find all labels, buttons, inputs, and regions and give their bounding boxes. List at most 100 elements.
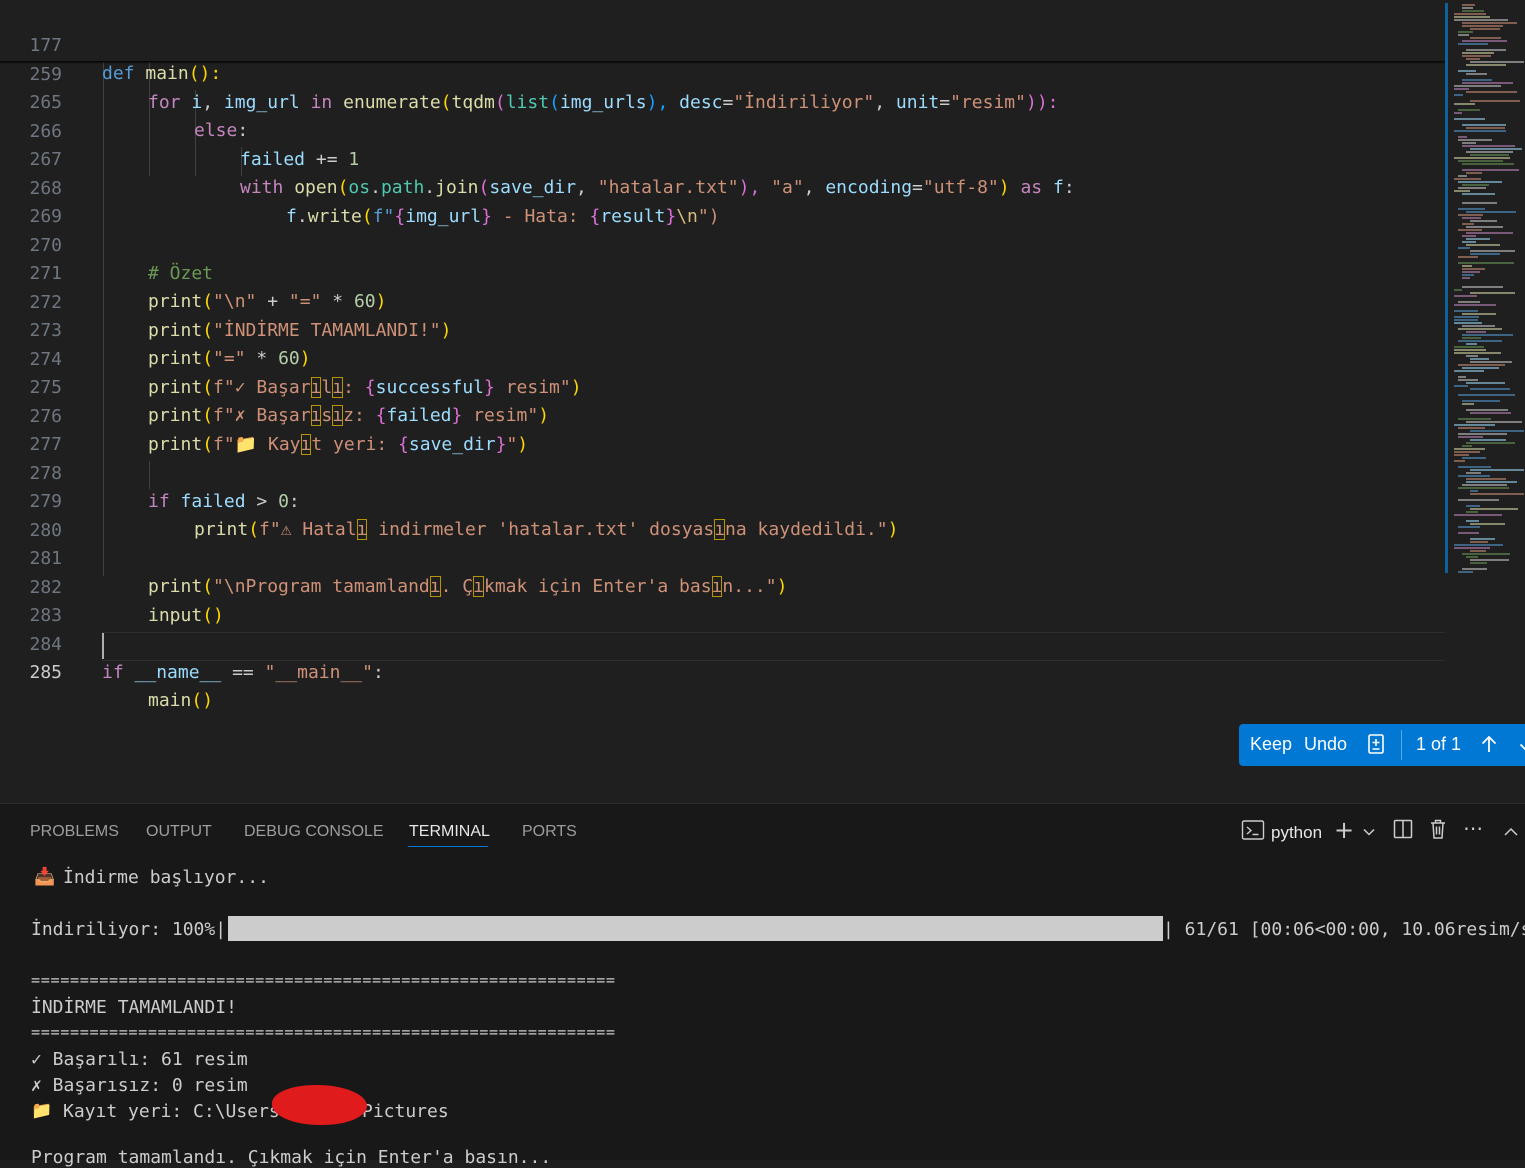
minimap-line <box>1454 130 1506 132</box>
minimap-line <box>1466 64 1506 66</box>
minimap-line <box>1462 235 1476 237</box>
arrow-down-icon[interactable] <box>1517 733 1525 760</box>
code-line[interactable]: 281 print("\nProgram tamamlandı. Çıkmak … <box>0 517 1445 597</box>
minimap-line <box>1462 403 1474 405</box>
inbox-icon: 📥 <box>34 867 56 887</box>
minimap-line <box>1454 448 1485 450</box>
minimap-line <box>1466 238 1490 240</box>
minimap-line <box>1458 247 1470 249</box>
code-line[interactable]: 259 for i, img_url in enumerate(tqdm(lis… <box>0 33 1445 113</box>
minimap-line <box>1458 364 1505 366</box>
minimap-line <box>1466 481 1517 483</box>
minimap-line <box>1470 148 1522 150</box>
progress-bar-fill <box>228 916 1163 941</box>
minimap-line <box>1470 361 1512 363</box>
minimap-line <box>1466 172 1482 174</box>
code-line[interactable]: 277 <box>0 403 1445 455</box>
minimap-line <box>1462 271 1480 273</box>
redaction-mark <box>272 1085 367 1125</box>
code-line[interactable]: 177 def main(): <box>0 4 1445 84</box>
minimap-line <box>1462 22 1517 24</box>
code-line[interactable]: 273 print("=" * 60) <box>0 289 1445 369</box>
minimap-line <box>1458 427 1485 429</box>
minimap-line <box>1462 79 1492 81</box>
minimap-line <box>1462 40 1507 42</box>
inline-diff-toolbar: Keep Undo 1 of 1 <box>1239 724 1525 766</box>
minimap[interactable] <box>1448 0 1525 575</box>
minimap-line <box>1470 493 1524 495</box>
minimap-line <box>1462 217 1481 219</box>
minimap-line <box>1462 274 1474 276</box>
minimap-line <box>1466 382 1505 384</box>
minimap-line <box>1466 343 1477 345</box>
code-line[interactable]: 268 f.write(f"{img_url} - Hata: {result}… <box>0 147 1445 227</box>
code-line[interactable]: 272 print("İNDİRME TAMAMLANDI!") <box>0 261 1445 341</box>
code-line[interactable]: 270 # Özet <box>0 204 1445 284</box>
minimap-line <box>1454 514 1502 516</box>
minimap-line <box>1470 430 1524 432</box>
minimap-line <box>1454 370 1484 372</box>
minimap-line <box>1462 313 1496 315</box>
terminal-start-line: İndirme başlıyor... <box>63 867 269 888</box>
minimap-line <box>1454 118 1485 120</box>
minimap-line <box>1458 433 1507 435</box>
minimap-line <box>1466 151 1513 153</box>
code-line[interactable]: 279 print(f"⚠ Hatalı indirmeler 'hatalar… <box>0 460 1445 540</box>
code-line[interactable]: 274 print(f"✓ Başarılı: {successful} res… <box>0 318 1445 398</box>
progress-bar <box>228 916 1163 941</box>
code-line[interactable]: 283 <box>0 574 1445 626</box>
minimap-line <box>1466 442 1515 444</box>
minimap-line <box>1466 127 1505 129</box>
code-line[interactable]: 265 else: <box>0 61 1445 141</box>
minimap-line <box>1466 478 1506 480</box>
minimap-line <box>1462 367 1499 369</box>
code-line[interactable]: 284 if __name__ == "__main__": <box>0 603 1445 683</box>
code-line[interactable]: 285 main() <box>0 631 1445 711</box>
minimap-line <box>1466 520 1479 522</box>
minimap-line <box>1454 190 1470 192</box>
minimap-line <box>1458 256 1478 258</box>
minimap-line <box>1470 358 1489 360</box>
minimap-line <box>1458 328 1502 330</box>
keep-button[interactable]: Keep <box>1250 734 1292 755</box>
code-line[interactable]: 275 print(f"✗ Başarısız: {failed} resim"… <box>0 346 1445 426</box>
minimap-line <box>1470 523 1505 525</box>
minimap-line <box>1466 244 1500 246</box>
code-line[interactable]: 269 <box>0 175 1445 227</box>
minimap-line <box>1470 220 1497 222</box>
code-line[interactable]: 271 print("\n" + "=" * 60) <box>0 232 1445 312</box>
code-editor[interactable]: 177 def main(): 259 for i, img_url in en… <box>0 0 1525 803</box>
minimap-line <box>1470 37 1501 39</box>
save-path-prefix: Kayıt yeri: C:\Users\ <box>63 1101 291 1122</box>
code-line[interactable]: 280 <box>0 489 1445 541</box>
undo-button[interactable]: Undo <box>1304 734 1347 755</box>
minimap-line <box>1470 100 1520 102</box>
code-line[interactable]: 278 if failed > 0: <box>0 432 1445 512</box>
minimap-line <box>1454 460 1465 462</box>
diff-file-icon[interactable] <box>1366 733 1386 760</box>
minimap-line <box>1454 94 1463 96</box>
minimap-line <box>1458 136 1467 138</box>
separator-line: ========================================… <box>31 971 616 989</box>
minimap-line <box>1462 241 1476 243</box>
code-line[interactable]: 266 failed += 1 <box>0 90 1445 170</box>
minimap-line <box>1466 226 1503 228</box>
minimap-line <box>1458 379 1478 381</box>
text-cursor <box>102 633 104 659</box>
change-counter: 1 of 1 <box>1416 734 1462 754</box>
minimap-line <box>1454 322 1482 324</box>
minimap-line <box>1458 475 1490 477</box>
minimap-line <box>1458 466 1491 468</box>
terminal-output[interactable]: 📥 İndirme başlıyor... İndiriliyor: 100%|… <box>0 804 1525 1168</box>
arrow-up-icon[interactable] <box>1479 733 1499 760</box>
minimap-line <box>1462 457 1486 459</box>
code-line[interactable]: 282 input() <box>0 546 1445 626</box>
minimap-line <box>1458 187 1486 189</box>
minimap-line <box>1458 436 1483 438</box>
minimap-line <box>1470 559 1509 561</box>
minimap-line <box>1462 55 1491 57</box>
minimap-line <box>1458 376 1466 378</box>
code-line[interactable]: 276 print(f"📁 Kayıt yeri: {save_dir}") <box>0 375 1445 455</box>
code-line[interactable]: 267 with open(os.path.join(save_dir, "ha… <box>0 118 1445 198</box>
minimap-line <box>1470 490 1478 492</box>
